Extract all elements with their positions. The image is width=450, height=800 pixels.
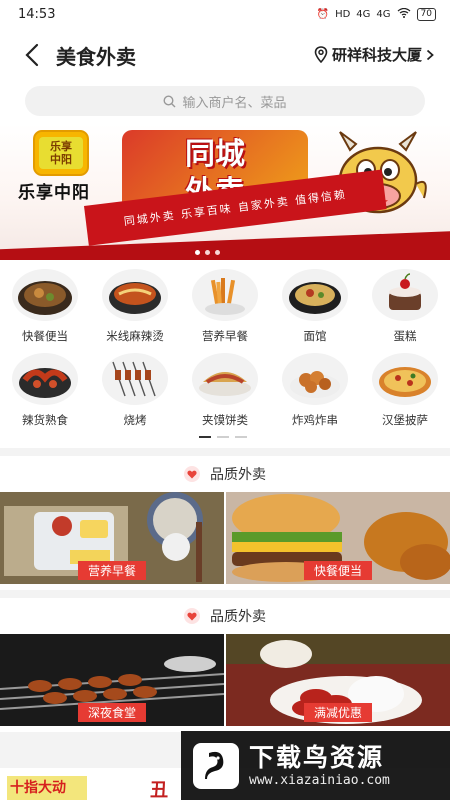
status-time: 14:53: [18, 6, 56, 22]
location-label: 研祥科技大厦: [331, 46, 422, 64]
category-item-mixian[interactable]: 米线麻辣烫: [90, 262, 180, 346]
teaser-left-text: 十指大动: [7, 776, 87, 800]
category-label: 辣货熟食: [22, 413, 68, 427]
promo-label: 深夜食堂: [77, 703, 147, 722]
banner-dot: [205, 250, 210, 255]
category-label: 炸鸡炸串: [292, 413, 338, 427]
site-watermark: 下载鸟资源 www.xiazainiao.com: [181, 731, 450, 800]
banner-pagination: [195, 250, 220, 255]
brand-name: 乐享中阳: [18, 183, 90, 203]
wifi-icon: [397, 7, 411, 21]
search-icon: [163, 94, 176, 107]
promo-label: 快餐便当: [303, 561, 373, 580]
back-button[interactable]: [12, 35, 52, 75]
section-header: 品质外卖: [0, 454, 450, 494]
promo-card-breakfast[interactable]: 营养早餐: [0, 492, 224, 584]
page-title: 美食外卖: [56, 44, 136, 69]
category-page-dot: [217, 436, 229, 438]
category-item-spicy[interactable]: 辣货熟食: [0, 346, 90, 430]
section-title: 品质外卖: [210, 467, 266, 483]
promo-card-late-night[interactable]: 深夜食堂: [0, 634, 224, 726]
top-nav-bar: 美食外卖 研祥科技大厦: [0, 30, 450, 80]
banner-title-line1: 同城: [185, 137, 245, 172]
category-label: 快餐便当: [22, 329, 68, 343]
watermark-url: www.xiazainiao.com: [249, 773, 390, 788]
category-page-dot: [199, 436, 211, 438]
teaser-right-text: 丑: [150, 780, 168, 800]
alarm-icon: ⏰: [316, 8, 330, 20]
promo-label: 营养早餐: [77, 561, 147, 580]
category-item-breakfast[interactable]: 营养早餐: [180, 262, 270, 346]
network-4g-label-2: 4G: [376, 8, 391, 20]
category-label: 汉堡披萨: [382, 413, 428, 427]
network-4g-label-1: 4G: [356, 8, 371, 20]
category-page-dot: [235, 436, 247, 438]
heart-icon: [184, 608, 200, 624]
banner-dot: [195, 250, 200, 255]
category-grid: 快餐便当 米线麻辣烫 营养早餐 面馆 蛋糕 辣货熟食 烧烤 夹馍饼类 炸鸡炸串 …: [0, 262, 450, 440]
category-label: 面馆: [303, 329, 327, 343]
search-placeholder: 输入商户名、菜品: [182, 95, 287, 111]
category-item-pizza[interactable]: 汉堡披萨: [360, 346, 450, 430]
category-item-cake[interactable]: 蛋糕: [360, 262, 450, 346]
fries-icon: [192, 269, 258, 321]
category-item-bbq[interactable]: 烧烤: [90, 346, 180, 430]
brand-logo-line2: 中阳: [50, 153, 72, 166]
category-label: 蛋糕: [393, 329, 417, 343]
category-item-bento[interactable]: 快餐便当: [0, 262, 90, 346]
pizza-icon: [372, 353, 438, 405]
brand-logo: 乐享 中阳: [33, 130, 89, 176]
location-selector[interactable]: 研祥科技大厦: [314, 44, 434, 65]
bird-logo-icon: [193, 742, 239, 789]
promo-banner[interactable]: 乐享 中阳 乐享中阳 同城 外卖 同城外卖 乐享百味 自家外卖 值得信赖: [0, 124, 450, 260]
category-label: 营养早餐: [202, 329, 248, 343]
network-hd-label: HD: [335, 8, 351, 20]
status-icons: ⏰ HD 4G 4G 70: [316, 7, 436, 21]
status-bar: 14:53 ⏰ HD 4G 4G 70: [0, 0, 450, 28]
section-header: 品质外卖: [0, 596, 450, 636]
category-item-fried-chicken[interactable]: 炸鸡炸串: [270, 346, 360, 430]
chevron-right-icon: [426, 49, 434, 60]
cake-icon: [372, 269, 438, 321]
flatbread-icon: [192, 353, 258, 405]
promo-card-discount[interactable]: 满减优惠: [226, 634, 450, 726]
promo-label: 满减优惠: [303, 703, 373, 722]
fried-chicken-icon: [282, 353, 348, 405]
spicy-food-icon: [12, 353, 78, 405]
category-label: 米线麻辣烫: [106, 329, 164, 343]
brand-logo-line1: 乐享: [50, 140, 72, 153]
chevron-left-icon: [25, 43, 39, 67]
location-pin-icon: [314, 46, 328, 63]
noodle-pot-icon: [102, 269, 168, 321]
battery-icon: 70: [416, 7, 436, 21]
category-item-noodle-shop[interactable]: 面馆: [270, 262, 360, 346]
section-title: 品质外卖: [210, 609, 266, 625]
bento-icon: [12, 269, 78, 321]
bbq-icon: [102, 353, 168, 405]
banner-red-band: [0, 231, 450, 260]
watermark-title: 下载鸟资源: [249, 743, 385, 772]
category-item-flatbread[interactable]: 夹馍饼类: [180, 346, 270, 430]
noodle-bowl-icon: [282, 269, 348, 321]
category-label: 夹馍饼类: [202, 413, 248, 427]
category-label: 烧烤: [123, 413, 147, 427]
promo-card-fast-food[interactable]: 快餐便当: [226, 492, 450, 584]
category-pagination: [199, 436, 247, 438]
heart-icon: [184, 466, 200, 482]
banner-dot: [215, 250, 220, 255]
search-input[interactable]: 输入商户名、菜品: [25, 86, 425, 116]
